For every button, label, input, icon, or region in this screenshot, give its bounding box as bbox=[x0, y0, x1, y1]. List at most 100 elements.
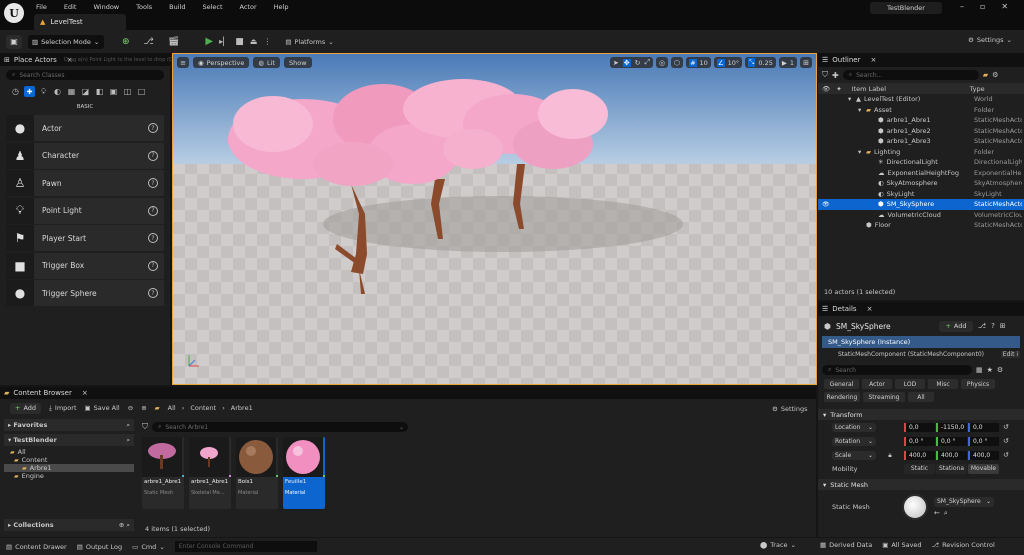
item-label-header[interactable]: Item Label bbox=[852, 85, 970, 93]
select-icon[interactable]: ➤ bbox=[613, 59, 619, 67]
rotation-y-field[interactable]: 0,0 ° bbox=[936, 436, 967, 446]
basic-icon[interactable]: ✚ bbox=[24, 86, 35, 97]
search-classes-input[interactable]: ⌕ Search Classes bbox=[6, 70, 164, 80]
location-z-field[interactable]: 0,0 bbox=[968, 422, 999, 432]
level-tab[interactable]: ▲ LevelTest bbox=[34, 14, 126, 30]
forward-icon[interactable]: ⊕ bbox=[141, 404, 146, 412]
back-icon[interactable]: ⊖ bbox=[128, 404, 133, 412]
settings-button[interactable]: ⚙ Settings ⌄ bbox=[968, 36, 1012, 44]
mobility-static[interactable]: Static bbox=[904, 463, 935, 474]
outliner-row[interactable]: ⬢ arbre1_Abre2 StaticMeshActor bbox=[818, 126, 1024, 137]
content-settings-button[interactable]: ⚙ Settings bbox=[772, 405, 808, 413]
cinematics-icon[interactable]: 🎬︎ bbox=[168, 37, 179, 47]
cmd-dropdown[interactable]: ▭ Cmd ⌄ bbox=[132, 543, 165, 551]
outliner-row[interactable]: ◐ SkyLight SkyLight bbox=[818, 189, 1024, 200]
search-icon[interactable]: ⌕ bbox=[126, 421, 130, 430]
transform-section[interactable]: ▾ Transform bbox=[818, 409, 1024, 420]
actor-item-player-start[interactable]: ⚑ Player Start? bbox=[6, 225, 164, 251]
add-component-button[interactable]: + Add bbox=[938, 320, 973, 332]
step-icon[interactable]: ▸▏ bbox=[219, 37, 229, 46]
outliner-row[interactable]: ▾ ▲ LevelTest (Editor) World bbox=[818, 94, 1024, 105]
outliner-row[interactable]: ◐ SkyAtmosphere SkyAtmosphere bbox=[818, 178, 1024, 189]
platforms-button[interactable]: ▤ Platforms ⌄ bbox=[285, 38, 333, 46]
asset-tile[interactable]: arbre1_Abre1 Static Mesh bbox=[142, 437, 184, 509]
camera-speed-button[interactable]: ▶ 1 bbox=[778, 57, 797, 68]
folder-tree-item[interactable]: ▰ Engine bbox=[4, 472, 134, 480]
project-section[interactable]: ▾ TestBlender ⌕ bbox=[4, 434, 134, 446]
visual-effects-icon[interactable]: ◪ bbox=[80, 86, 91, 97]
close-icon[interactable]: × bbox=[867, 305, 873, 313]
outliner-row[interactable]: ⬢ Floor StaticMeshActor bbox=[818, 220, 1024, 231]
actor-item-trigger-box[interactable]: ■ Trigger Box? bbox=[6, 252, 164, 279]
outliner-row[interactable]: 👁︎ ⬢ SM_SkySphere StaticMeshActor bbox=[818, 199, 1024, 210]
help-icon[interactable]: ? bbox=[148, 260, 158, 271]
tab-actor[interactable]: Actor bbox=[862, 379, 892, 389]
rotation-z-field[interactable]: 0,0 ° bbox=[968, 436, 999, 446]
star-icon[interactable]: ★ bbox=[987, 366, 993, 374]
rotation-snap-button[interactable]: ∠ 10° bbox=[713, 57, 743, 68]
actor-item-character[interactable]: ♟ Character? bbox=[6, 142, 164, 169]
tab-general[interactable]: General bbox=[824, 379, 859, 389]
menu-item-help[interactable]: Help bbox=[274, 3, 289, 11]
lights-icon[interactable]: 💡︎ bbox=[38, 86, 49, 97]
outliner-row[interactable]: ⬢ arbre1_Abre1 StaticMeshActor bbox=[818, 115, 1024, 126]
mobility-stationa[interactable]: Stationa bbox=[936, 463, 967, 474]
console-input[interactable]: Enter Console Command bbox=[174, 541, 317, 552]
reset-icon[interactable]: ↺ bbox=[1003, 423, 1009, 431]
asset-tile[interactable]: Feuille1 Material bbox=[283, 437, 325, 509]
new-folder-icon[interactable]: ▰ bbox=[983, 71, 988, 79]
location-x-field[interactable]: 0,0 bbox=[904, 422, 935, 432]
maximize-icon[interactable]: ▫ bbox=[980, 2, 985, 11]
folder-tree-item[interactable]: ▰ Content bbox=[4, 456, 134, 464]
outliner-row[interactable]: ✳ DirectionalLight DirectionalLight bbox=[818, 157, 1024, 168]
rotate-icon[interactable]: ↻ bbox=[635, 59, 641, 67]
all-saved-button[interactable]: ▣ All Saved bbox=[882, 541, 921, 549]
reset-icon[interactable]: ↺ bbox=[1003, 437, 1009, 445]
collections-section[interactable]: ▸ Collections ⊕ ⌕ bbox=[4, 519, 134, 531]
help-icon[interactable]: ? bbox=[148, 123, 158, 133]
stop-icon[interactable]: ■ bbox=[235, 37, 244, 47]
minimize-icon[interactable]: – bbox=[960, 2, 964, 11]
breadcrumb-item[interactable]: Content bbox=[190, 404, 216, 412]
lock-icon[interactable]: 🔒︎ bbox=[876, 451, 904, 460]
component-row[interactable]: StaticMeshComponent (StaticMeshComponent… bbox=[822, 348, 1020, 360]
tab-streaming[interactable]: Streaming bbox=[863, 392, 905, 402]
outliner-row[interactable]: ▾ ▰ Asset Folder bbox=[818, 105, 1024, 116]
scale-icon[interactable]: ⤢ bbox=[644, 58, 650, 67]
viewport-menu-icon[interactable]: ≡ bbox=[177, 57, 189, 68]
actor-item-trigger-sphere[interactable]: ● Trigger Sphere? bbox=[6, 280, 164, 306]
blueprint-icon[interactable]: ⎇ bbox=[144, 37, 154, 47]
lit-button[interactable]: ◍ Lit bbox=[253, 57, 280, 68]
scale-dropdown[interactable]: Scale ⌄ bbox=[832, 450, 876, 460]
static-mesh-picker[interactable]: SM_SkySphere ⌄ bbox=[934, 496, 994, 507]
import-button[interactable]: ⤓ Import bbox=[49, 404, 76, 413]
perspective-button[interactable]: ◉ Perspective bbox=[193, 57, 250, 68]
favorites-section[interactable]: ▸ Favorites ⌕ bbox=[4, 419, 134, 431]
scale-z-field[interactable]: 400,0 bbox=[968, 450, 999, 460]
filter-icon[interactable]: ⛉ bbox=[142, 422, 148, 432]
outliner-search-input[interactable]: ⌕ Search... bbox=[842, 70, 979, 80]
close-icon[interactable]: × bbox=[82, 389, 88, 397]
visibility-toggle-icon[interactable]: 👁︎ bbox=[822, 201, 834, 208]
menu-item-window[interactable]: Window bbox=[93, 3, 119, 11]
world-icon[interactable]: □ bbox=[136, 86, 147, 97]
add-button[interactable]: + Add bbox=[10, 402, 42, 414]
show-button[interactable]: Show bbox=[283, 57, 312, 68]
play-icon[interactable]: ▶ bbox=[205, 36, 213, 47]
layout-icon[interactable]: ⊞ bbox=[800, 57, 812, 68]
outliner-row[interactable]: ☁ExponentialHeightFogExponentialHeightFo… bbox=[818, 168, 1024, 179]
settings-gear-icon[interactable]: ⚙ bbox=[992, 71, 998, 79]
browse-icon[interactable]: ⌕ bbox=[944, 509, 948, 518]
table-icon[interactable]: ▦ bbox=[976, 366, 983, 374]
filter-icon[interactable]: ⛉ bbox=[822, 70, 828, 80]
folder-tree-item[interactable]: ▰ Arbre1 bbox=[4, 464, 134, 472]
add-collection-icon[interactable]: ⊕ ⌕ bbox=[119, 521, 130, 530]
chevron-down-icon[interactable]: ⌄ bbox=[399, 424, 404, 431]
cinematic-icon[interactable]: ▦ bbox=[66, 86, 77, 97]
rotation-x-field[interactable]: 0,0 ° bbox=[904, 436, 935, 446]
output-log-button[interactable]: ▤ Output Log bbox=[77, 543, 122, 551]
content-drawer-button[interactable]: ▤ Content Drawer bbox=[6, 543, 67, 551]
component-instance-row[interactable]: SM_SkySphere (Instance) bbox=[822, 336, 1020, 348]
static-mesh-section[interactable]: ▾ Static Mesh bbox=[818, 479, 1024, 490]
tab-physics[interactable]: Physics bbox=[961, 379, 995, 389]
